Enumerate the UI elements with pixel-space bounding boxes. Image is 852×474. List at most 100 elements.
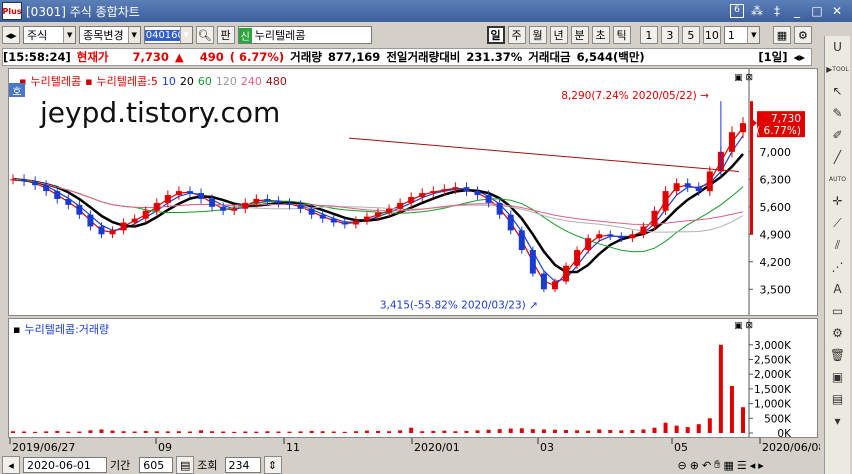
volume-bar xyxy=(619,430,624,433)
interval-10-button[interactable]: 10 xyxy=(702,26,721,44)
interval-1-button[interactable]: 1 xyxy=(639,26,658,44)
channel-icon[interactable]: ⫽ xyxy=(827,236,849,254)
zoom-in-icon[interactable]: ⊕ xyxy=(690,459,699,472)
box-icon[interactable]: ▭ xyxy=(827,302,849,320)
scroll-down-icon[interactable]: ▾ xyxy=(827,412,849,430)
auto-icon[interactable]: AUTO xyxy=(827,170,849,188)
chart-icon[interactable]: ▤ xyxy=(827,390,849,408)
volume-bar xyxy=(33,431,38,433)
grid-icon[interactable]: ▦ xyxy=(772,26,791,44)
period-tick-button[interactable]: 틱 xyxy=(612,26,631,44)
hand-icon[interactable]: ✋︎ xyxy=(714,458,720,472)
candle-body xyxy=(175,191,182,196)
period-day-button[interactable]: 일 xyxy=(486,26,505,44)
stepper-icon[interactable]: ⇕ xyxy=(263,456,282,474)
volume-bar xyxy=(530,429,535,433)
chevron-down-icon[interactable]: ▼ xyxy=(127,27,140,43)
trash-icon[interactable]: 🗑︎ xyxy=(827,346,849,364)
zoom-out-icon[interactable]: ⊖ xyxy=(678,459,687,472)
stock-change-select[interactable]: 종목변경 ▼ xyxy=(79,26,141,44)
tool-icon[interactable]: ▸ TOOL xyxy=(826,60,848,78)
volume-label: 거래량 xyxy=(290,50,322,64)
panel-controls[interactable]: ▣ ⊠ xyxy=(734,73,753,83)
price-legend: ▪ 누리텔레콤 ▪ 누리텔레콤:5 10 20 60 120 240 480 xyxy=(19,73,287,89)
volume-bar xyxy=(674,425,679,433)
interval-select[interactable]: 1 ▼ xyxy=(723,26,761,44)
chevron-down-icon[interactable]: ▼ xyxy=(179,27,192,43)
interval-5-button[interactable]: 5 xyxy=(681,26,700,44)
calendar-icon[interactable]: ▤ xyxy=(176,456,195,474)
high-annotation: 8,290(7.24% 2020/05/22) → xyxy=(561,90,709,102)
volume-bar xyxy=(11,431,15,433)
volume-chart-panel[interactable]: 0K 500K 1,000K 1,500K 2,000K 2,500K 3,000K ▪ 누… xyxy=(8,318,818,438)
text-icon[interactable]: A xyxy=(827,280,849,298)
settings-icon[interactable]: ⚙ xyxy=(827,324,849,342)
volume-bar xyxy=(243,431,248,433)
candle-body xyxy=(695,187,702,192)
scroll-arrows-icon[interactable]: ◂▸ xyxy=(793,50,805,64)
volume-bar xyxy=(55,430,60,433)
y-tick-label: 4,900 xyxy=(760,228,792,241)
new-stock-badge: 신 xyxy=(238,27,252,43)
settings-icon[interactable]: ⁂ xyxy=(750,4,764,18)
close-icon[interactable]: ✕ xyxy=(830,4,844,18)
gear-icon[interactable]: ⚙ xyxy=(793,26,812,44)
maximize-icon[interactable]: □ xyxy=(810,4,824,18)
volume-chart[interactable]: 0K 500K 1,000K 1,500K 2,000K 2,500K 3,000K xyxy=(9,319,817,437)
query-input[interactable]: 234 xyxy=(224,457,261,473)
pan-button[interactable]: 판 xyxy=(216,26,235,44)
x-tick-label: 05 xyxy=(674,441,688,454)
period-minute-button[interactable]: 분 xyxy=(570,26,589,44)
period-week-button[interactable]: 주 xyxy=(507,26,526,44)
period-year-button[interactable]: 년 xyxy=(549,26,568,44)
candle-body xyxy=(607,234,614,237)
prev-icon[interactable]: ◂ xyxy=(750,459,756,472)
history-icon[interactable]: ↶ xyxy=(702,459,711,472)
eraser-icon[interactable]: ✎ xyxy=(827,104,849,122)
period-second-button[interactable]: 초 xyxy=(591,26,610,44)
grid-icon[interactable]: ▦ xyxy=(723,459,733,472)
panel-controls[interactable]: ▣ ⊠ xyxy=(734,321,753,331)
pen-icon[interactable]: ✐ xyxy=(827,126,849,144)
trend-line-icon[interactable]: ╱ xyxy=(827,148,849,166)
volume-bar xyxy=(331,431,336,433)
stock-code-input[interactable]: 040160 ▼ xyxy=(143,26,193,44)
pin-icon[interactable]: ‡ xyxy=(770,4,784,18)
quote-toggle-button[interactable]: 호 xyxy=(9,83,25,98)
market-select[interactable]: 주식 ▼ xyxy=(23,26,77,44)
volume-bar xyxy=(707,418,712,433)
x-axis: 2019/06/27 09 11 2020/01 03 05 2020/06/08 xyxy=(9,438,820,454)
price-change: 490 xyxy=(199,50,224,64)
candle-body xyxy=(375,212,381,217)
chevron-down-icon[interactable]: ▼ xyxy=(747,27,760,43)
search-icon[interactable]: 🔍︎ xyxy=(195,26,214,44)
prev-arrow-icon[interactable]: ◂▸ xyxy=(2,26,20,44)
cross-icon[interactable]: ✛ xyxy=(827,192,849,210)
candle-body xyxy=(474,191,481,196)
period-month-button[interactable]: 월 xyxy=(528,26,547,44)
pointer-icon[interactable]: ↖ xyxy=(827,82,849,100)
horizontal-line-icon[interactable]: ⟋ xyxy=(827,214,849,232)
candle-body xyxy=(352,220,359,225)
candle-body xyxy=(286,202,293,205)
next-icon[interactable]: ▸ xyxy=(758,459,764,472)
query-label: 조회 xyxy=(197,459,218,472)
interval-3-button[interactable]: 3 xyxy=(660,26,679,44)
candle-body xyxy=(485,195,492,203)
volume-legend: ▪ 누리텔레콤:거래량 xyxy=(13,321,109,337)
page-number[interactable]: 6 xyxy=(730,4,744,18)
minimize-icon[interactable]: _ xyxy=(790,4,804,18)
volume-bar xyxy=(575,430,580,433)
volume-bar xyxy=(176,431,181,433)
start-date-input[interactable]: 2020-06-01 xyxy=(23,457,107,473)
save-icon[interactable]: ▣ xyxy=(827,368,849,386)
candle-body xyxy=(65,198,72,205)
collapse-icon[interactable]: U xyxy=(827,38,849,56)
fan-icon[interactable]: ⋰ xyxy=(827,258,849,276)
menu-icon[interactable]: ☰ xyxy=(737,459,747,472)
candle-body xyxy=(76,204,83,215)
period-input[interactable]: 605 xyxy=(139,457,174,473)
x-tick-label: 2020/06/08 xyxy=(762,441,820,454)
chevron-down-icon[interactable]: ▼ xyxy=(63,27,76,43)
prev-icon[interactable]: ◂ xyxy=(2,456,20,474)
